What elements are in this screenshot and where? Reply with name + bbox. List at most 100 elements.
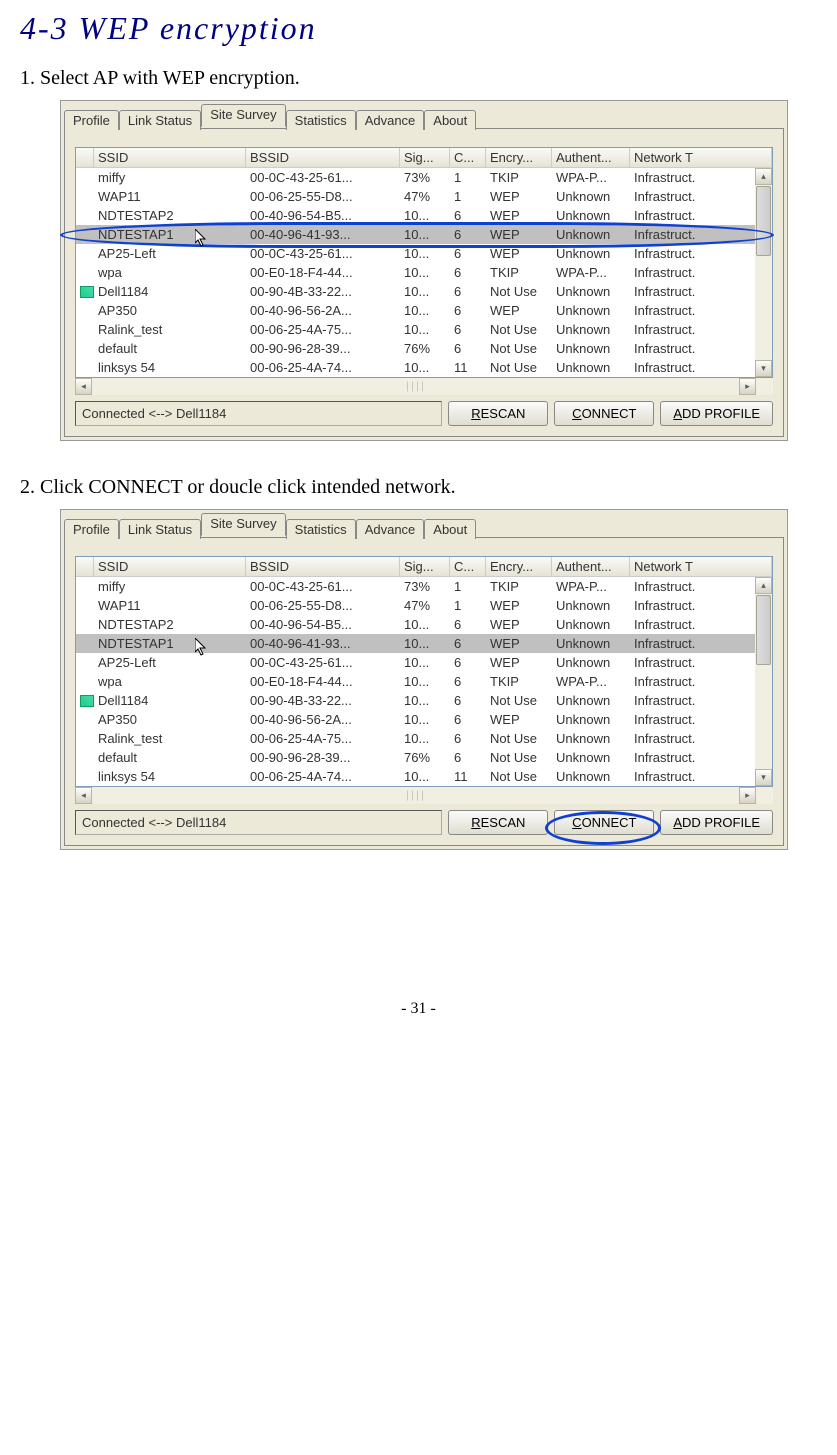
- scroll-up-icon[interactable]: ▴: [755, 577, 772, 594]
- vertical-scrollbar[interactable]: ▴ ▾: [755, 168, 772, 377]
- cell-auth: Unknown: [552, 748, 630, 767]
- scroll-down-icon[interactable]: ▾: [755, 769, 772, 786]
- tab-statistics[interactable]: Statistics: [286, 519, 356, 539]
- table-row[interactable]: NDTESTAP100-40-96-41-93...10...6WEPUnkno…: [76, 634, 772, 653]
- cell-bssid: 00-0C-43-25-61...: [246, 244, 400, 263]
- scroll-down-icon[interactable]: ▾: [755, 360, 772, 377]
- table-row[interactable]: AP35000-40-96-56-2A...10...6WEPUnknownIn…: [76, 710, 772, 729]
- cell-auth: WPA-P...: [552, 168, 630, 187]
- list-rows: miffy00-0C-43-25-61...73%1TKIPWPA-P...In…: [76, 577, 772, 786]
- col-signal[interactable]: Sig...: [400, 557, 450, 576]
- col-icon[interactable]: [76, 557, 94, 576]
- vertical-scrollbar[interactable]: ▴ ▾: [755, 577, 772, 786]
- row-icon: [76, 577, 94, 596]
- col-channel[interactable]: C...: [450, 148, 486, 167]
- col-encryption[interactable]: Encry...: [486, 148, 552, 167]
- col-icon[interactable]: [76, 148, 94, 167]
- table-row[interactable]: Dell118400-90-4B-33-22...10...6Not UseUn…: [76, 691, 772, 710]
- col-network-type[interactable]: Network T: [630, 557, 772, 576]
- table-row[interactable]: linksys 5400-06-25-4A-74...10...11Not Us…: [76, 767, 772, 786]
- tab-site-survey[interactable]: Site Survey: [201, 513, 285, 536]
- scroll-left-icon[interactable]: ◂: [75, 378, 92, 395]
- tab-statistics[interactable]: Statistics: [286, 110, 356, 130]
- table-row[interactable]: Ralink_test00-06-25-4A-75...10...6Not Us…: [76, 320, 772, 339]
- tab-advance[interactable]: Advance: [356, 519, 425, 539]
- cell-bssid: 00-0C-43-25-61...: [246, 168, 400, 187]
- horizontal-scrollbar[interactable]: ◂ ││││ ▸: [75, 378, 773, 395]
- cell-auth: Unknown: [552, 320, 630, 339]
- table-row[interactable]: Ralink_test00-06-25-4A-75...10...6Not Us…: [76, 729, 772, 748]
- scroll-right-icon[interactable]: ▸: [739, 378, 756, 395]
- cell-bssid: 00-0C-43-25-61...: [246, 577, 400, 596]
- tab-link-status[interactable]: Link Status: [119, 110, 201, 130]
- cell-bssid: 00-06-25-55-D8...: [246, 187, 400, 206]
- scroll-left-icon[interactable]: ◂: [75, 787, 92, 804]
- scroll-thumb[interactable]: [756, 595, 771, 665]
- table-row[interactable]: AP35000-40-96-56-2A...10...6WEPUnknownIn…: [76, 301, 772, 320]
- cell-ssid: WAP11: [94, 187, 246, 206]
- tab-advance[interactable]: Advance: [356, 110, 425, 130]
- table-row[interactable]: NDTESTAP100-40-96-41-93...10...6WEPUnkno…: [76, 225, 772, 244]
- tab-profile[interactable]: Profile: [64, 110, 119, 130]
- cell-encryption: Not Use: [486, 320, 552, 339]
- tab-about[interactable]: About: [424, 519, 476, 539]
- tab-site-survey[interactable]: Site Survey: [201, 104, 285, 127]
- cell-ssid: Dell1184: [94, 691, 246, 710]
- scroll-right-icon[interactable]: ▸: [739, 787, 756, 804]
- hscroll-track[interactable]: ││││: [92, 787, 739, 804]
- col-network-type[interactable]: Network T: [630, 148, 772, 167]
- horizontal-scrollbar[interactable]: ◂ ││││ ▸: [75, 787, 773, 804]
- row-icon: [76, 244, 94, 263]
- cell-ssid: miffy: [94, 577, 246, 596]
- cell-auth: Unknown: [552, 358, 630, 377]
- table-row[interactable]: NDTESTAP200-40-96-54-B5...10...6WEPUnkno…: [76, 615, 772, 634]
- rescan-button[interactable]: RESCAN: [448, 810, 548, 835]
- col-encryption[interactable]: Encry...: [486, 557, 552, 576]
- table-row[interactable]: default00-90-96-28-39...76%6Not UseUnkno…: [76, 339, 772, 358]
- row-icon: [76, 672, 94, 691]
- col-ssid[interactable]: SSID: [94, 557, 246, 576]
- tab-about[interactable]: About: [424, 110, 476, 130]
- bottom-bar: Connected <--> Dell1184 RESCAN CONNECT A…: [75, 810, 773, 835]
- col-ssid[interactable]: SSID: [94, 148, 246, 167]
- row-icon: [76, 263, 94, 282]
- col-auth[interactable]: Authent...: [552, 148, 630, 167]
- table-row[interactable]: miffy00-0C-43-25-61...73%1TKIPWPA-P...In…: [76, 577, 772, 596]
- table-row[interactable]: wpa00-E0-18-F4-44...10...6TKIPWPA-P...In…: [76, 263, 772, 282]
- tab-link-status[interactable]: Link Status: [119, 519, 201, 539]
- scroll-thumb[interactable]: [756, 186, 771, 256]
- tab-profile[interactable]: Profile: [64, 519, 119, 539]
- screenshot-2: Profile Link Status Site Survey Statisti…: [60, 509, 788, 850]
- table-row[interactable]: miffy00-0C-43-25-61...73%1TKIPWPA-P...In…: [76, 168, 772, 187]
- table-row[interactable]: WAP1100-06-25-55-D8...47%1WEPUnknownInfr…: [76, 596, 772, 615]
- table-row[interactable]: wpa00-E0-18-F4-44...10...6TKIPWPA-P...In…: [76, 672, 772, 691]
- rescan-button[interactable]: RESCAN: [448, 401, 548, 426]
- cell-encryption: WEP: [486, 225, 552, 244]
- table-row[interactable]: NDTESTAP200-40-96-54-B5...10...6WEPUnkno…: [76, 206, 772, 225]
- col-signal[interactable]: Sig...: [400, 148, 450, 167]
- cell-encryption: WEP: [486, 615, 552, 634]
- add-profile-button[interactable]: ADD PROFILE: [660, 401, 773, 426]
- table-row[interactable]: default00-90-96-28-39...76%6Not UseUnkno…: [76, 748, 772, 767]
- hscroll-track[interactable]: ││││: [92, 378, 739, 395]
- table-row[interactable]: AP25-Left00-0C-43-25-61...10...6WEPUnkno…: [76, 653, 772, 672]
- connect-button[interactable]: CONNECT: [554, 810, 654, 835]
- cell-ssid: default: [94, 748, 246, 767]
- connect-button[interactable]: CONNECT: [554, 401, 654, 426]
- scroll-up-icon[interactable]: ▴: [755, 168, 772, 185]
- add-profile-button[interactable]: ADD PROFILE: [660, 810, 773, 835]
- cell-channel: 6: [450, 672, 486, 691]
- col-bssid[interactable]: BSSID: [246, 557, 400, 576]
- site-survey-panel: SSID BSSID Sig... C... Encry... Authent.…: [64, 537, 784, 846]
- col-channel[interactable]: C...: [450, 557, 486, 576]
- col-bssid[interactable]: BSSID: [246, 148, 400, 167]
- table-row[interactable]: linksys 5400-06-25-4A-74...10...11Not Us…: [76, 358, 772, 377]
- cell-bssid: 00-40-96-54-B5...: [246, 615, 400, 634]
- table-row[interactable]: AP25-Left00-0C-43-25-61...10...6WEPUnkno…: [76, 244, 772, 263]
- table-row[interactable]: Dell118400-90-4B-33-22...10...6Not UseUn…: [76, 282, 772, 301]
- cell-ssid: AP25-Left: [94, 244, 246, 263]
- cell-auth: Unknown: [552, 691, 630, 710]
- col-auth[interactable]: Authent...: [552, 557, 630, 576]
- table-row[interactable]: WAP1100-06-25-55-D8...47%1WEPUnknownInfr…: [76, 187, 772, 206]
- cell-auth: Unknown: [552, 615, 630, 634]
